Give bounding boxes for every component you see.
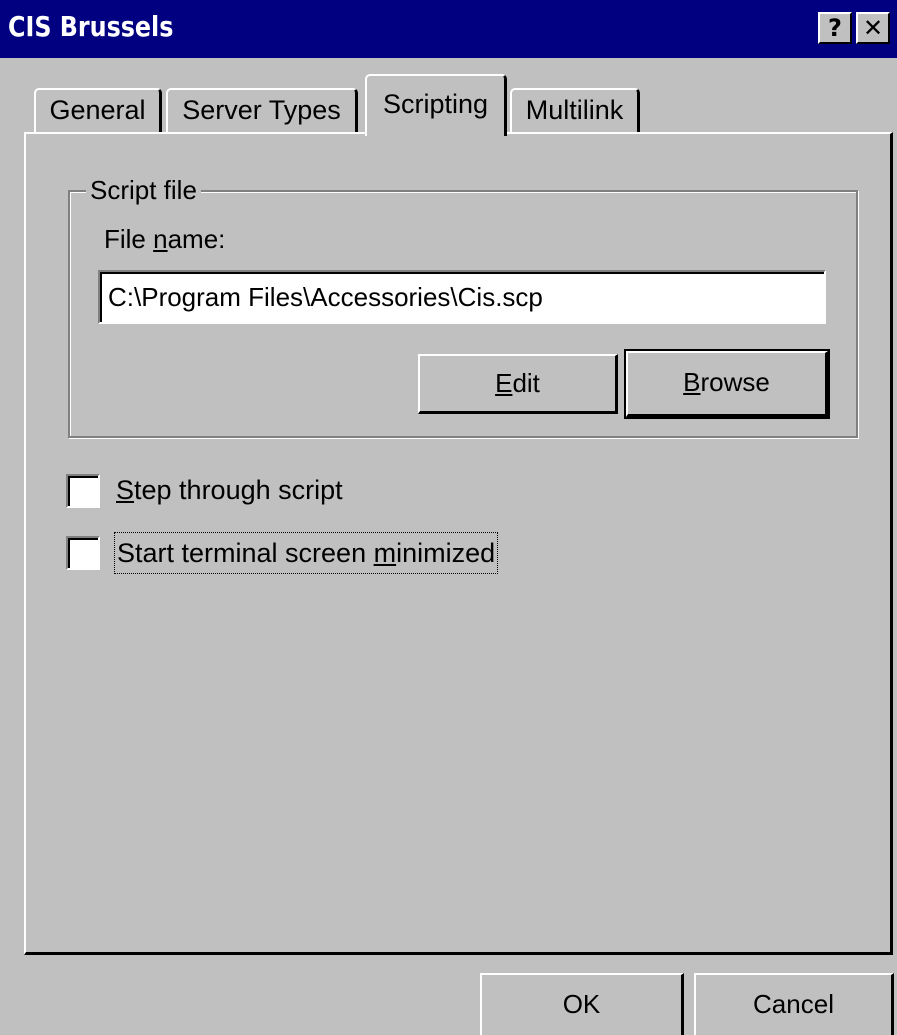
close-button[interactable]: ✕ xyxy=(856,12,890,44)
help-button[interactable]: ? xyxy=(818,12,852,44)
cancel-button[interactable]: Cancel xyxy=(694,973,894,1035)
title-bar: CIS Brussels ? ✕ xyxy=(0,0,897,58)
tab-multilink[interactable]: Multilink xyxy=(510,88,640,134)
ok-button[interactable]: OK xyxy=(480,973,684,1035)
script-file-group-label: Script file xyxy=(86,174,201,206)
file-name-label: File name: xyxy=(104,224,226,254)
browse-button[interactable]: Browse xyxy=(624,349,830,419)
step-through-script-checkbox[interactable] xyxy=(66,474,100,508)
tab-scripting[interactable]: Scripting xyxy=(365,74,507,136)
tab-server-types[interactable]: Server Types xyxy=(166,88,358,134)
file-name-input[interactable]: C:\Program Files\Accessories\Cis.scp xyxy=(98,270,826,324)
start-minimized-checkbox[interactable] xyxy=(66,536,100,570)
window-title: CIS Brussels xyxy=(8,10,174,43)
edit-button[interactable]: Edit xyxy=(418,354,618,414)
start-minimized-label[interactable]: Start terminal screen minimized xyxy=(114,532,499,574)
step-through-script-label[interactable]: Step through script xyxy=(116,470,343,510)
tab-general[interactable]: General xyxy=(34,88,162,134)
